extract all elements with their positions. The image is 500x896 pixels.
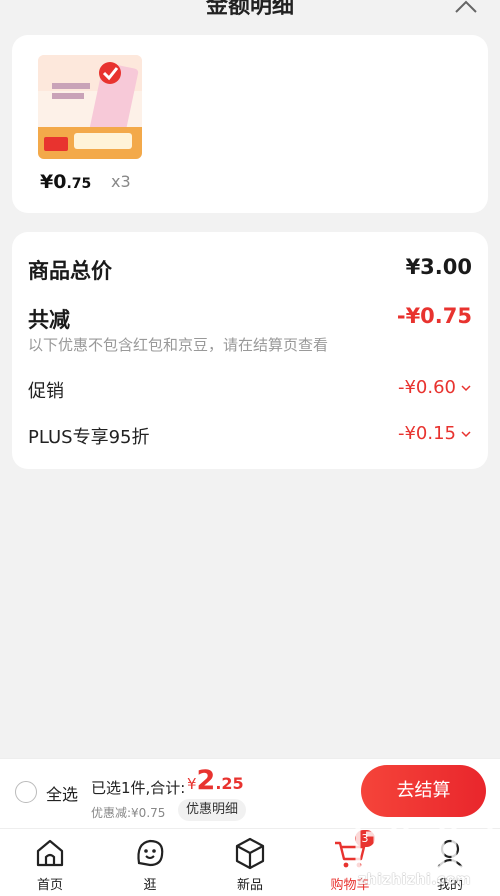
selected-summary: 已选1件,合计: — [91, 779, 186, 797]
product-price: ¥0.75 — [40, 171, 92, 193]
select-all-label[interactable]: 全选 — [46, 781, 78, 805]
promo-label: 促销 — [28, 381, 64, 402]
home-icon — [36, 839, 64, 867]
promo-row[interactable]: 促销 -¥0.60 — [28, 377, 472, 405]
plus-value: -¥0.15 — [398, 423, 472, 444]
chevron-down-icon — [461, 384, 471, 391]
tab-browse[interactable]: 逛 — [115, 829, 185, 896]
promo-value: -¥0.60 — [398, 377, 472, 398]
select-all-checkbox[interactable] — [15, 781, 37, 803]
tab-label: 首页 — [36, 878, 63, 893]
tab-label: 逛 — [143, 878, 157, 893]
reduce-value: -¥0.75 — [396, 304, 472, 328]
close-icon[interactable] — [452, 0, 480, 14]
reduce-note: 以下优惠不包含红包和京豆，请在结算页查看 — [28, 336, 329, 354]
tab-label: 新品 — [236, 878, 263, 893]
reduce-row: 共减 -¥0.75 以下优惠不包含红包和京豆，请在结算页查看 — [28, 304, 472, 358]
reduce-label: 共减 — [28, 308, 70, 332]
total-label: 商品总价 — [28, 259, 112, 283]
discount-line: 优惠减:¥0.75 — [91, 806, 166, 820]
watermark: zhizhizhi.com — [352, 812, 500, 896]
total-row: 商品总价 ¥3.00 — [28, 255, 472, 285]
product-quantity: x3 — [111, 172, 131, 191]
watermark-text: zhizhizhi.com — [358, 872, 472, 888]
cube-icon — [235, 837, 265, 870]
plus-row[interactable]: PLUS专享95折 -¥0.15 — [28, 423, 472, 451]
plus-label: PLUS专享95折 — [28, 427, 150, 448]
grand-total: ¥2.25 — [187, 765, 244, 796]
total-value: ¥3.00 — [405, 255, 472, 279]
tab-home[interactable]: 首页 — [15, 829, 85, 896]
sheet-header: 金额明细 — [0, 0, 500, 26]
price-summary-card: 商品总价 ¥3.00 共减 -¥0.75 以下优惠不包含红包和京豆，请在结算页查… — [12, 232, 488, 469]
smile-face-icon — [137, 839, 164, 867]
checkout-button[interactable]: 去结算 — [361, 765, 486, 817]
tab-new[interactable]: 新品 — [215, 829, 285, 896]
product-image[interactable] — [38, 55, 142, 159]
watermark-logo-icon — [355, 819, 493, 871]
chevron-down-icon — [461, 430, 471, 437]
sheet-title: 金额明细 — [205, 0, 294, 19]
discount-detail-button[interactable]: 优惠明细 — [178, 799, 247, 821]
product-card: ¥0.75 x3 — [12, 35, 488, 213]
